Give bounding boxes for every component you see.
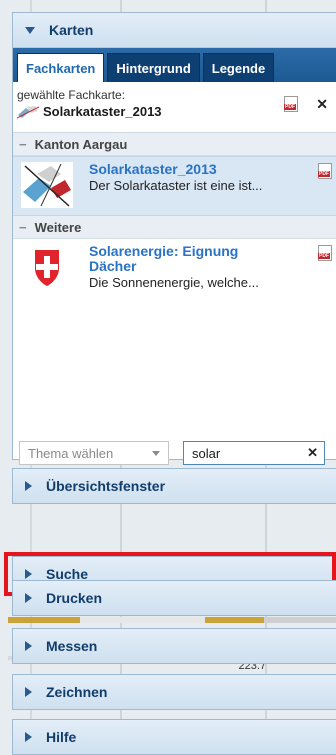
tab-legende[interactable]: Legende	[202, 53, 275, 82]
pdf-icon[interactable]	[318, 245, 332, 261]
item-description: Die Sonnenenergie, welche...	[89, 275, 259, 290]
expand-caret-icon	[25, 593, 32, 603]
group-title: Kanton Aargau	[34, 136, 128, 152]
group-title: Weitere	[34, 219, 82, 235]
search-input[interactable]: solar ✕	[183, 441, 325, 465]
close-icon[interactable]: ✕	[316, 96, 328, 113]
selected-fachkarte: gewählte Fachkarte: Solarkataster_2013 ✕	[13, 82, 336, 133]
search-input-value[interactable]: solar	[192, 446, 220, 461]
theme-select[interactable]: Thema wählen	[19, 441, 169, 465]
panel-title: Drucken	[46, 590, 103, 606]
panel-title: Hilfe	[46, 729, 77, 745]
collapse-minus-icon: −	[19, 136, 27, 152]
panel-title: Messen	[46, 638, 98, 654]
expand-caret-icon	[25, 687, 32, 697]
expand-caret-icon	[25, 481, 32, 491]
swiss-cross-icon	[35, 250, 59, 286]
panel-title: Zeichnen	[46, 684, 108, 700]
solarkataster-thumbnail-icon	[21, 162, 73, 208]
karten-panel-title: Karten	[49, 22, 94, 38]
group-header-kanton-aargau[interactable]: − Kanton Aargau	[13, 133, 336, 156]
panel-zeichnen[interactable]: Zeichnen	[12, 674, 336, 710]
karten-panel-header[interactable]: Karten	[13, 13, 336, 48]
item-title[interactable]: Solarenergie: Eignung Dächer	[89, 244, 279, 274]
map-thumbnail-icon	[17, 104, 39, 119]
karten-tabs: Fachkarten Hintergrund Legende	[13, 48, 336, 82]
tab-fachkarten[interactable]: Fachkarten	[17, 53, 105, 82]
panel-title: Übersichtsfenster	[46, 478, 166, 494]
item-title[interactable]: Solarkataster_2013	[89, 162, 279, 177]
panel-uebersichtsfenster[interactable]: Übersichtsfenster	[12, 468, 336, 504]
list-item[interactable]: Solarenergie: Eignung Dächer Die Sonnene…	[13, 239, 336, 303]
clear-icon[interactable]: ✕	[307, 445, 318, 461]
group-header-weitere[interactable]: − Weitere	[13, 216, 336, 239]
expand-caret-icon	[25, 569, 32, 579]
item-description: Der Solarkataster ist eine ist...	[89, 178, 263, 193]
map-feature	[8, 617, 336, 623]
expand-caret-icon	[25, 732, 32, 742]
theme-filter-bar: Thema wählen solar ✕	[13, 437, 336, 469]
tab-hintergrund[interactable]: Hintergrund	[107, 53, 200, 82]
panel-drucken[interactable]: Drucken	[12, 580, 336, 616]
expand-caret-icon	[25, 641, 32, 651]
selected-fachkarte-name: Solarkataster_2013	[43, 104, 162, 119]
collapse-minus-icon: −	[19, 219, 27, 235]
panel-messen[interactable]: Messen	[12, 628, 336, 664]
panel-hilfe[interactable]: Hilfe	[12, 719, 336, 755]
chevron-down-icon	[152, 450, 160, 456]
karten-panel: Karten Fachkarten Hintergrund Legende ge…	[12, 12, 336, 465]
pdf-icon[interactable]	[318, 163, 332, 179]
theme-select-placeholder: Thema wählen	[28, 445, 114, 461]
pdf-icon[interactable]	[284, 96, 298, 112]
list-item[interactable]: Solarkataster_2013 Der Solarkataster ist…	[13, 156, 336, 216]
collapse-caret-icon	[25, 26, 35, 34]
